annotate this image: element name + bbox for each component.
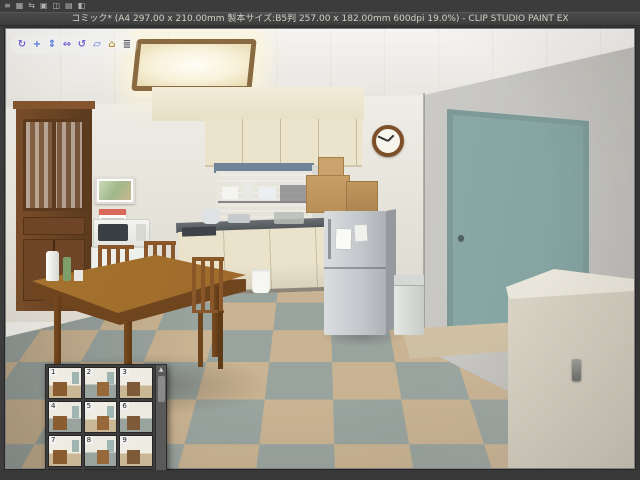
canvas-area[interactable]: ↻ + ⇕ ⇔ ↺ ▱ ⌂ ≣ 1 2 3 4 5 6 7 8 9 10 11 xyxy=(4,27,636,480)
cardboard-box-small xyxy=(318,157,344,177)
layout-thumbnail-palette: 1 2 3 4 5 6 7 8 9 10 11 12 ▲ ▼ xyxy=(45,364,167,480)
thumbnail-number: 2 xyxy=(84,368,94,376)
thumbnail-number: 7 xyxy=(49,436,58,444)
panel-icon[interactable]: ▣ xyxy=(40,1,48,11)
hutch-stile xyxy=(52,119,56,211)
hutch-crown xyxy=(13,101,95,109)
thumb-furniture xyxy=(96,449,109,464)
layout-thumbnail-1[interactable]: 1 xyxy=(48,367,82,399)
fridge-note xyxy=(335,228,352,250)
thumb-furniture xyxy=(96,381,109,396)
grid-icon[interactable]: ▦ xyxy=(16,1,24,11)
counter-pan xyxy=(228,214,250,223)
thumb-furniture xyxy=(52,381,68,396)
layout-thumbnail-3[interactable]: 3 xyxy=(119,367,153,399)
layout-thumbnail-2[interactable]: 2 xyxy=(83,367,118,399)
chair-leg xyxy=(198,313,203,367)
object-rotate-icon[interactable]: ↺ xyxy=(76,38,88,51)
table-cup xyxy=(74,270,83,281)
dish-rack xyxy=(280,185,306,201)
table-bottle xyxy=(63,257,71,281)
object-move-icon[interactable]: ⇔ xyxy=(61,38,73,51)
thumb-furniture xyxy=(126,415,140,430)
hand-towel xyxy=(252,269,270,293)
dining-chair-3 xyxy=(192,257,224,313)
scrollbar-thumb[interactable] xyxy=(157,376,165,402)
document-title-bar[interactable]: コミック* (A4 297.00 x 210.00mm 製本サイズ:B5判 25… xyxy=(0,12,640,26)
palette-scrollbar[interactable]: ▲ ▼ xyxy=(155,365,166,480)
layout-thumbnail-5[interactable]: 5 xyxy=(83,401,118,433)
cardboard-box-2 xyxy=(346,181,378,213)
camera-rotate-icon[interactable]: ↻ xyxy=(16,38,28,51)
dish-pot xyxy=(222,187,238,199)
layout-list-icon[interactable]: ≣ xyxy=(121,38,133,51)
thumb-door xyxy=(71,405,79,419)
dish-bowl xyxy=(258,187,276,199)
thumbnail-grid: 1 2 3 4 5 6 7 8 9 10 11 12 xyxy=(46,365,155,480)
columns-icon[interactable]: ◫ xyxy=(53,1,61,11)
ceiling-light xyxy=(131,39,257,91)
document-title: コミック* (A4 297.00 x 210.00mm 製本サイズ:B5判 25… xyxy=(71,14,569,24)
thumb-furniture xyxy=(52,449,68,464)
top-icon-strip: ≡ ▦ ⇆ ▣ ◫ ▤ ◧ xyxy=(0,0,640,12)
layout-thumbnail-6[interactable]: 6 xyxy=(119,401,153,433)
bottom-edge xyxy=(0,470,640,480)
fridge-note-2 xyxy=(354,224,368,242)
wall-clock xyxy=(372,125,404,157)
utensil-rail xyxy=(218,201,318,203)
thumbnail-number: 8 xyxy=(84,436,94,444)
thumb-furniture xyxy=(52,415,68,430)
thumbnail-number: 1 xyxy=(49,368,58,376)
chair-leg-2 xyxy=(218,311,223,369)
dish-kettle xyxy=(242,183,254,199)
counter-kettle xyxy=(202,209,220,224)
thumbnail-number: 5 xyxy=(84,402,94,410)
layout-thumbnail-8[interactable]: 8 xyxy=(83,435,118,467)
hutch-drawer xyxy=(23,217,85,235)
cardboard-box xyxy=(306,175,350,213)
door-knob xyxy=(458,235,464,241)
scroll-up-icon[interactable]: ▲ xyxy=(159,366,164,374)
camera-pan-icon[interactable]: + xyxy=(31,38,43,51)
wall-picture xyxy=(95,177,135,204)
camera-home-icon[interactable]: ⌂ xyxy=(106,38,118,51)
app-window: ≡ ▦ ⇆ ▣ ◫ ▤ ◧ コミック* (A4 297.00 x 210.00m… xyxy=(0,0,640,480)
trash-bin xyxy=(394,275,424,335)
layout-thumbnail-7[interactable]: 7 xyxy=(48,435,82,467)
object-plane-icon[interactable]: ▱ xyxy=(91,38,103,51)
thumb-furniture xyxy=(126,449,140,464)
thumbnail-number: 9 xyxy=(120,436,129,444)
cooktop xyxy=(181,226,217,237)
rows-icon[interactable]: ▤ xyxy=(65,1,73,11)
thumb-door xyxy=(71,439,79,453)
swap-icon[interactable]: ⇆ xyxy=(28,1,35,11)
thumb-furniture xyxy=(96,415,109,430)
object-launcher-toolbar: ↻ + ⇕ ⇔ ↺ ▱ ⌂ ≣ xyxy=(11,35,138,54)
menu-icon[interactable]: ≡ xyxy=(4,1,11,11)
split-icon[interactable]: ◧ xyxy=(78,1,86,11)
thumbnail-number: 4 xyxy=(49,402,58,410)
thumb-furniture xyxy=(126,381,140,396)
table-leg xyxy=(54,297,61,371)
right-edge xyxy=(636,27,640,470)
layout-thumbnail-9[interactable]: 9 xyxy=(119,435,153,467)
camera-zoom-icon[interactable]: ⇕ xyxy=(46,38,58,51)
cabinet-handle xyxy=(572,359,581,381)
layout-thumbnail-4[interactable]: 4 xyxy=(48,401,82,433)
microwave xyxy=(93,219,150,247)
thumbnail-number: 6 xyxy=(120,402,129,410)
counter-items xyxy=(274,212,304,224)
thumb-door xyxy=(71,371,79,385)
thumbnail-number: 3 xyxy=(120,368,129,376)
table-thermos xyxy=(46,251,59,281)
kitchen-soffit xyxy=(152,87,364,121)
